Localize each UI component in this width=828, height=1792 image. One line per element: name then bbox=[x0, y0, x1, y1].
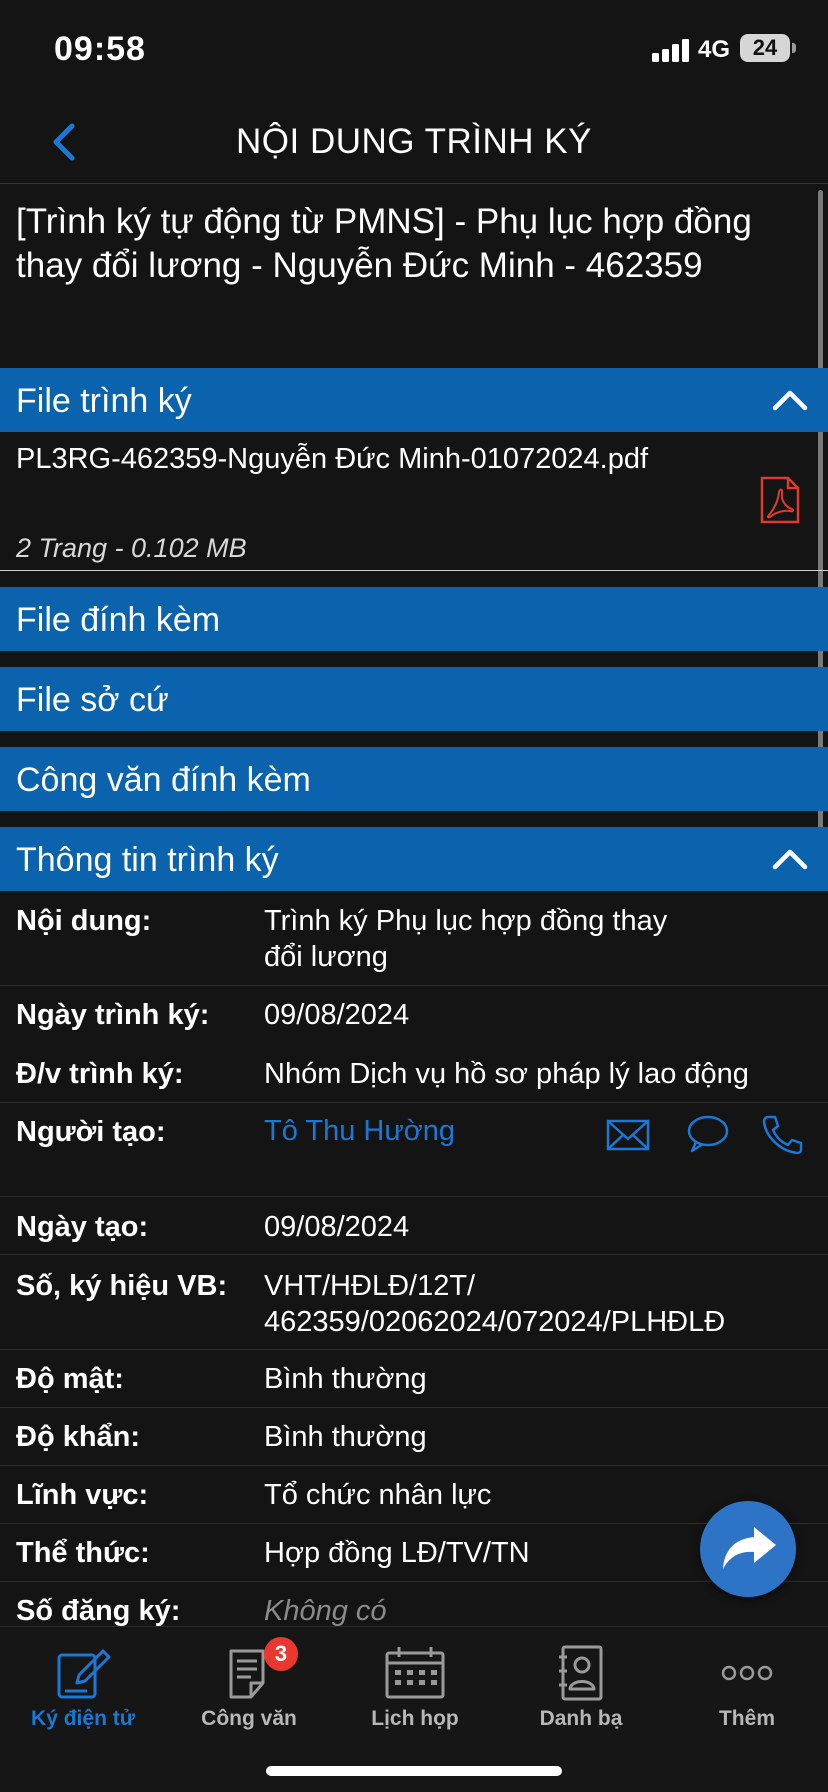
section-label: Công văn đính kèm bbox=[16, 761, 311, 799]
screen: 09:58 4G 24 NỘI DUNG TRÌNH KÝ [Trình ký … bbox=[0, 0, 828, 1792]
document-title-line2: thay đổi lương - Nguyễn Đức Minh - 46235… bbox=[16, 246, 703, 285]
section-label: File sở cứ bbox=[16, 681, 169, 719]
info-value-ngay-trinh-ky: 09/08/2024 bbox=[264, 999, 410, 1031]
info-value-ngay-tao: 09/08/2024 bbox=[264, 1211, 410, 1243]
info-value-nguoi-tao[interactable]: Tô Thu Hường bbox=[264, 1113, 594, 1149]
document-title-line1: [Trình ký tự động từ PMNS] - Phụ lục hợp… bbox=[16, 202, 752, 241]
tab-label: Công văn bbox=[201, 1707, 297, 1730]
divider bbox=[0, 570, 828, 571]
section-cong-van-dinh-kem[interactable]: Công văn đính kèm bbox=[0, 747, 828, 811]
row-divider bbox=[0, 985, 828, 986]
info-label-do-khan: Độ khẩn: bbox=[16, 1421, 141, 1453]
info-value-noi-dung: Trình ký Phụ lục hợp đồng thay đổi lương bbox=[264, 903, 824, 975]
chevron-up-icon bbox=[772, 849, 808, 870]
forward-arrow-icon bbox=[723, 1527, 776, 1569]
info-label-do-mat: Độ mật: bbox=[16, 1363, 124, 1395]
document-title: [Trình ký tự động từ PMNS] - Phụ lục hợp… bbox=[16, 200, 816, 288]
section-file-dinh-kem[interactable]: File đính kèm bbox=[0, 587, 828, 651]
tab-danh-ba[interactable]: Danh bạ bbox=[498, 1637, 664, 1737]
info-value-line: đổi lương bbox=[264, 941, 388, 973]
row-divider bbox=[0, 1349, 828, 1350]
section-label: Thông tin trình ký bbox=[16, 841, 279, 879]
tab-label: Danh bạ bbox=[539, 1707, 623, 1730]
section-thong-tin-trinh-ky[interactable]: Thông tin trình ký bbox=[0, 827, 828, 891]
row-divider bbox=[0, 1196, 828, 1197]
header: NỘI DUNG TRÌNH KÝ bbox=[0, 100, 828, 184]
scrollbar[interactable] bbox=[818, 190, 823, 830]
mail-icon[interactable] bbox=[606, 1115, 650, 1155]
info-value-line: 462359/02062024/072024/PLHĐLĐ bbox=[264, 1306, 726, 1338]
chat-icon[interactable] bbox=[686, 1114, 730, 1154]
file-meta: 2 Trang - 0.102 MB bbox=[16, 533, 247, 563]
notification-badge: 3 bbox=[264, 1637, 298, 1671]
file-name[interactable]: PL3RG-462359-Nguyễn Đức Minh-01072024.pd… bbox=[16, 443, 648, 476]
info-label-linh-vuc: Lĩnh vực: bbox=[16, 1479, 149, 1511]
sign-edit-icon bbox=[57, 1649, 111, 1699]
section-label: File trình ký bbox=[16, 382, 192, 420]
info-label-nguoi-tao: Người tạo: bbox=[16, 1116, 166, 1148]
page-title: NỘI DUNG TRÌNH KÝ bbox=[236, 122, 592, 161]
info-value-line: VHT/HĐLĐ/12T/ bbox=[264, 1270, 476, 1302]
tab-label: Thêm bbox=[718, 1707, 775, 1730]
info-label-ngay-trinh-ky: Ngày trình ký: bbox=[16, 999, 210, 1031]
home-indicator[interactable] bbox=[266, 1766, 562, 1776]
row-divider bbox=[0, 1254, 828, 1255]
more-icon bbox=[721, 1665, 773, 1681]
tab-them[interactable]: Thêm bbox=[664, 1637, 828, 1737]
info-value-so-ky-hieu: VHT/HĐLĐ/12T/ 462359/02062024/072024/PLH… bbox=[264, 1268, 824, 1340]
tab-label: Ký điện tử bbox=[31, 1707, 135, 1730]
tab-cong-van[interactable]: 3 Công văn bbox=[166, 1637, 332, 1737]
info-value-line: Trình ký Phụ lục hợp đồng thay bbox=[264, 905, 668, 937]
cellular-signal-icon bbox=[652, 38, 690, 62]
info-label-dv-trinh-ky: Đ/v trình ký: bbox=[16, 1058, 184, 1090]
section-label: File đính kèm bbox=[16, 601, 221, 639]
row-divider bbox=[0, 1102, 828, 1103]
chevron-up-icon bbox=[772, 390, 808, 411]
pdf-file-icon[interactable] bbox=[760, 476, 800, 524]
tab-lich-hop[interactable]: Lịch họp bbox=[332, 1637, 498, 1737]
phone-icon[interactable] bbox=[760, 1114, 804, 1155]
battery-tip bbox=[792, 43, 796, 53]
tab-label: Lịch họp bbox=[371, 1707, 459, 1730]
network-type: 4G bbox=[698, 36, 731, 63]
row-divider bbox=[0, 1407, 828, 1408]
row-divider bbox=[0, 1523, 828, 1524]
row-divider bbox=[0, 1465, 828, 1466]
info-value-dv-trinh-ky: Nhóm Dịch vụ hồ sơ pháp lý lao động bbox=[264, 1058, 749, 1090]
info-value-so-dang-ky: Không có bbox=[264, 1595, 387, 1627]
info-label-noi-dung: Nội dung: bbox=[16, 905, 152, 937]
forward-button[interactable] bbox=[700, 1501, 796, 1597]
section-file-so-cu[interactable]: File sở cứ bbox=[0, 667, 828, 731]
status-bar: 09:58 4G 24 bbox=[0, 0, 828, 100]
section-file-trinh-ky[interactable]: File trình ký bbox=[0, 368, 828, 432]
row-divider bbox=[0, 1581, 828, 1582]
calendar-icon bbox=[385, 1647, 445, 1699]
battery-icon: 24 bbox=[740, 34, 790, 62]
info-label-the-thuc: Thể thức: bbox=[16, 1537, 150, 1569]
tab-ky-dien-tu[interactable]: Ký điện tử bbox=[0, 1637, 166, 1737]
info-value-do-khan: Bình thường bbox=[264, 1421, 427, 1453]
info-label-so-ky-hieu: Số, ký hiệu VB: bbox=[16, 1270, 228, 1302]
status-time: 09:58 bbox=[54, 30, 146, 68]
contacts-icon bbox=[559, 1645, 603, 1701]
info-label-ngay-tao: Ngày tạo: bbox=[16, 1211, 149, 1243]
info-value-do-mat: Bình thường bbox=[264, 1363, 427, 1395]
info-label-so-dang-ky: Số đăng ký: bbox=[16, 1595, 181, 1627]
